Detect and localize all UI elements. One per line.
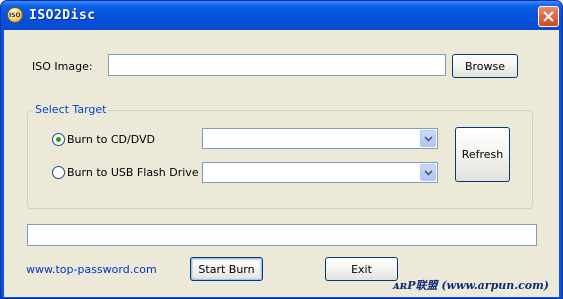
cd-dropdown-button[interactable] xyxy=(420,130,436,147)
select-target-title: Select Target xyxy=(33,103,109,116)
refresh-button[interactable]: Refresh xyxy=(455,127,510,182)
cd-dvd-label[interactable]: Burn to CD/DVD xyxy=(67,133,155,146)
usb-dropdown-button[interactable] xyxy=(420,164,436,181)
window-title: ISO2Disc xyxy=(29,8,96,23)
app-icon-text: ISO xyxy=(9,12,21,19)
usb-radio[interactable] xyxy=(52,166,65,179)
title-bar[interactable]: ISO ISO2Disc xyxy=(1,1,562,30)
start-burn-button[interactable]: Start Burn xyxy=(190,257,263,281)
usb-drive-select[interactable] xyxy=(202,162,438,183)
iso-image-input[interactable] xyxy=(108,54,446,76)
watermark: ᴀʀP联盟 (www.arpun.com) xyxy=(392,279,549,292)
radio-selected-dot xyxy=(56,137,61,142)
disc-app-icon[interactable]: ISO xyxy=(7,7,23,23)
exit-button[interactable]: Exit xyxy=(325,257,398,281)
iso-image-label: ISO Image: xyxy=(32,60,93,73)
cd-dvd-drive-select[interactable] xyxy=(202,128,438,149)
close-button[interactable] xyxy=(538,6,559,27)
close-icon xyxy=(543,11,554,22)
client-area: ISO Image: Browse Select Target Burn to … xyxy=(4,30,559,297)
app-window: ISO ISO2Disc ISO Image: Browse Select Ta… xyxy=(0,0,563,299)
progress-bar xyxy=(27,224,537,246)
usb-label[interactable]: Burn to USB Flash Drive xyxy=(67,166,199,179)
cd-dvd-radio[interactable] xyxy=(52,133,65,146)
chevron-down-icon xyxy=(423,135,433,142)
chevron-down-icon xyxy=(423,169,433,176)
website-link[interactable]: www.top-password.com xyxy=(26,263,157,276)
browse-button[interactable]: Browse xyxy=(452,54,518,78)
